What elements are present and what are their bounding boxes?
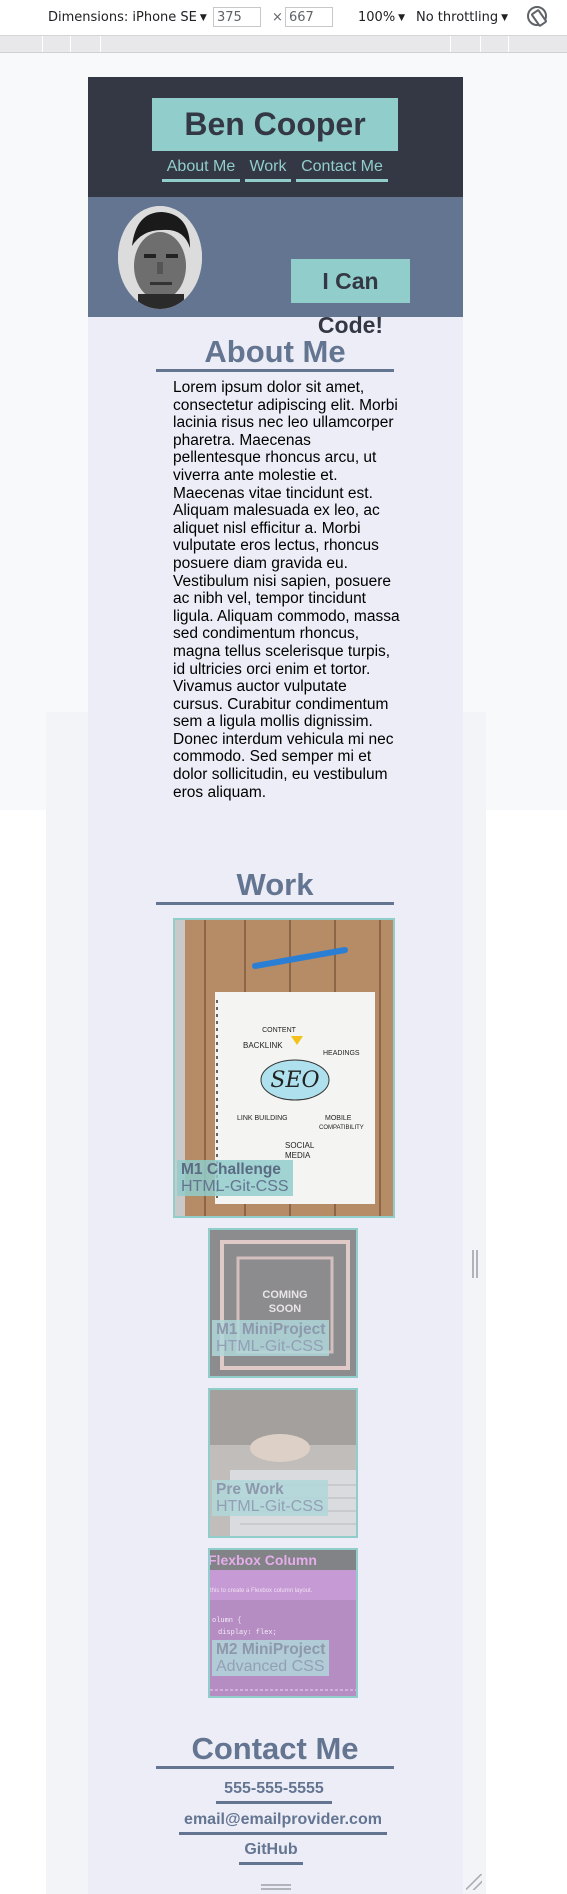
headings-word: HEADINGS: [323, 1050, 360, 1057]
project-title: M2 MiniProject: [216, 1641, 326, 1658]
nav-link-work[interactable]: Work: [245, 155, 291, 182]
about-heading: About Me: [156, 335, 394, 372]
zoom-label: 100%: [358, 10, 396, 25]
nav-link-contact[interactable]: Contact Me: [296, 155, 388, 182]
compatibility-word: COMPATIBILITY: [319, 1125, 364, 1131]
content-word: CONTENT: [262, 1027, 297, 1034]
project-card-m2-miniproject[interactable]: Flexbox Column this to create a Flexbox …: [208, 1548, 358, 1698]
seo-word: SEO: [270, 1068, 319, 1093]
social-word: SOCIAL: [285, 1141, 315, 1150]
profile-photo: [118, 206, 202, 309]
times-sign: ×: [272, 10, 283, 25]
devtools-toolbar: Dimensions: iPhone SE▼ × 100%▼ No thrott…: [0, 0, 567, 36]
project-card-m1-miniproject[interactable]: COMING SOON M1 MiniProject HTML-Git-CSS: [208, 1228, 358, 1378]
project-subtitle: Advanced CSS: [216, 1658, 325, 1675]
soon-word: SOON: [269, 1303, 301, 1315]
portfolio-page: Ben Cooper About Me Work Contact Me I Ca…: [88, 77, 463, 1894]
site-title: Ben Cooper: [152, 98, 398, 151]
media-query-ruler[interactable]: [0, 36, 567, 53]
device-label: Dimensions: iPhone SE: [48, 10, 197, 25]
project-subtitle: HTML-Git-CSS: [216, 1498, 324, 1515]
rotate-device-icon[interactable]: [527, 6, 547, 26]
flexbox-desc-text: this to create a Flexbox column layout.: [210, 1588, 313, 1594]
github-link[interactable]: GitHub: [239, 1838, 303, 1865]
site-header: Ben Cooper About Me Work Contact Me: [88, 77, 463, 197]
work-heading: Work: [156, 868, 394, 905]
flexbox-title-text: Flexbox Column: [210, 1552, 317, 1568]
about-paragraph: Lorem ipsum dolor sit amet, consectetur …: [173, 379, 400, 801]
hero-tagline: I Can Code!: [291, 259, 410, 338]
project-card-m1-challenge[interactable]: SEO CONTENT BACKLINK HEADINGS LINK BUILD…: [173, 918, 395, 1218]
project-caption: M1 Challenge HTML-Git-CSS: [177, 1160, 293, 1196]
contact-heading: Contact Me: [156, 1732, 394, 1769]
portrait-image: [118, 206, 202, 309]
project-caption: M1 MiniProject HTML-Git-CSS: [212, 1320, 330, 1356]
mobile-word: MOBILE: [325, 1115, 352, 1122]
project-title: M1 Challenge: [181, 1161, 281, 1178]
resize-handle-corner[interactable]: [466, 1874, 482, 1890]
device-dropdown[interactable]: Dimensions: iPhone SE ▼: [48, 10, 207, 25]
viewport-width-input[interactable]: [213, 7, 261, 27]
nav-link-about[interactable]: About Me: [162, 155, 240, 182]
resize-handle-bottom[interactable]: [261, 1884, 291, 1892]
coming-word: COMING: [262, 1289, 307, 1301]
backlink-word: BACKLINK: [243, 1041, 283, 1050]
code-line-1: olumn {: [212, 1617, 241, 1625]
phone-link[interactable]: 555-555-5555: [216, 1777, 332, 1804]
zoom-dropdown[interactable]: 100% ▼: [358, 10, 405, 25]
project-caption: M2 MiniProject Advanced CSS: [212, 1640, 330, 1676]
caret-down-icon: ▼: [501, 13, 508, 23]
caret-down-icon: ▼: [199, 13, 207, 23]
link-building-word: LINK BUILDING: [237, 1115, 288, 1122]
caret-down-icon: ▼: [398, 13, 406, 23]
project-subtitle: HTML-Git-CSS: [181, 1178, 289, 1195]
project-card-pre-work[interactable]: Pre Work HTML-Git-CSS: [208, 1388, 358, 1538]
media-word: MEDIA: [285, 1151, 311, 1160]
project-title: M1 MiniProject: [216, 1321, 326, 1338]
hero-banner: I Can Code!: [88, 197, 463, 338]
project-caption: Pre Work HTML-Git-CSS: [212, 1480, 328, 1516]
project-subtitle: HTML-Git-CSS: [216, 1338, 324, 1355]
project-title: Pre Work: [216, 1481, 284, 1498]
resize-handle-right[interactable]: [472, 1250, 478, 1278]
throttle-dropdown[interactable]: No throttling ▼: [416, 10, 508, 25]
email-link[interactable]: email@emailprovider.com: [179, 1808, 387, 1835]
code-line-2: display: flex;: [218, 1629, 277, 1637]
viewport-height-input[interactable]: [285, 7, 333, 27]
throttle-label: No throttling: [416, 10, 499, 25]
